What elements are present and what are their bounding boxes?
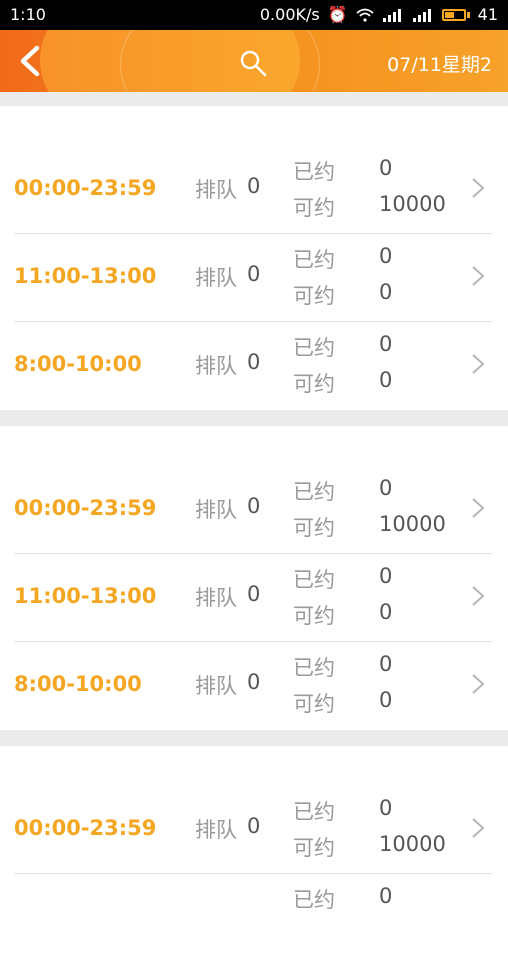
queue-count: 0 [247,174,261,198]
section-gap [0,730,508,746]
section-header [0,426,508,466]
queue-count: 0 [247,670,261,694]
available-count: 10000 [379,512,446,536]
time-slot-row[interactable]: 11:00-13:00 排队 0 已约 0 可约 0 [0,234,508,322]
search-icon[interactable] [238,48,268,78]
top-header: 07/11星期2 [0,30,508,92]
available-label: 可约 [293,516,335,540]
booked-label: 已约 [293,160,335,184]
booked-label: 已约 [293,336,335,360]
booked-label: 已约 [293,248,335,272]
chevron-right-icon [472,354,485,374]
available-count: 10000 [379,192,446,216]
section-gap [0,410,508,426]
queue-count: 0 [247,350,261,374]
available-label: 可约 [293,284,335,308]
available-label: 可约 [293,196,335,220]
chevron-right-icon [472,818,485,838]
available-count: 10000 [379,832,446,856]
available-label: 可约 [293,604,335,628]
queue-count: 0 [247,262,261,286]
section-header [0,746,508,786]
slot-time: 8:00-10:00 [14,352,142,376]
slot-time: 00:00-23:59 [14,816,157,840]
status-right: 0.00K/s ⏰ 41 [260,5,498,24]
time-slot-row-partial[interactable]: 已约 0 [0,874,508,962]
chevron-right-icon [472,586,485,606]
queue-label: 排队 [195,178,237,202]
queue-label: 排队 [195,818,237,842]
booked-count: 0 [379,652,393,676]
time-slot-row[interactable]: 8:00-10:00 排队 0 已约 0 可约 0 [0,322,508,410]
slot-time: 11:00-13:00 [14,264,157,288]
queue-label: 排队 [195,674,237,698]
slot-time: 00:00-23:59 [14,176,157,200]
booked-count: 0 [379,476,393,500]
booked-label: 已约 [293,480,335,504]
slot-time: 8:00-10:00 [14,672,142,696]
booked-count: 0 [379,564,393,588]
status-time: 1:10 [10,5,46,24]
available-count: 0 [379,600,393,624]
available-count: 0 [379,280,393,304]
queue-label: 排队 [195,586,237,610]
queue-label: 排队 [195,354,237,378]
booked-label: 已约 [293,656,335,680]
time-slot-row[interactable]: 11:00-13:00 排队 0 已约 0 可约 0 [0,554,508,642]
section-header [0,106,508,146]
wifi-icon [356,8,374,22]
queue-count: 0 [247,814,261,838]
schedule-list: 00:00-23:59 排队 0 已约 0 可约 10000 11:00-13:… [0,92,508,962]
booked-count: 0 [379,156,393,180]
booked-count: 0 [379,244,393,268]
section-gap [0,92,508,106]
back-arrow-icon[interactable] [14,44,48,78]
time-slot-row[interactable]: 8:00-10:00 排队 0 已约 0 可约 0 [0,642,508,730]
chevron-right-icon [472,266,485,286]
queue-count: 0 [247,494,261,518]
booked-count: 0 [379,796,393,820]
network-speed: 0.00K/s [259,5,320,24]
signal-icon-2 [412,8,431,22]
header-date[interactable]: 07/11星期2 [387,50,492,77]
time-slot-row[interactable]: 00:00-23:59 排队 0 已约 0 可约 10000 [0,466,508,554]
header-decoration-line [120,30,320,92]
available-label: 可约 [293,372,335,396]
booked-count: 0 [379,884,393,908]
battery-level: 41 [477,5,498,24]
available-count: 0 [379,688,393,712]
booked-count: 0 [379,332,393,356]
chevron-right-icon [472,674,485,694]
battery-icon [441,8,470,21]
slot-time: 11:00-13:00 [14,584,157,608]
queue-label: 排队 [195,266,237,290]
signal-icon [382,8,401,22]
alarm-icon: ⏰ [327,5,348,24]
time-slot-row[interactable]: 00:00-23:59 排队 0 已约 0 可约 10000 [0,786,508,874]
available-label: 可约 [293,836,335,860]
available-label: 可约 [293,692,335,716]
queue-count: 0 [247,582,261,606]
chevron-right-icon [472,178,485,198]
chevron-right-icon [472,498,485,518]
status-bar: 1:10 0.00K/s ⏰ 41 [0,0,508,30]
booked-label: 已约 [293,888,335,912]
available-count: 0 [379,368,393,392]
booked-label: 已约 [293,800,335,824]
queue-label: 排队 [195,498,237,522]
slot-time: 00:00-23:59 [14,496,157,520]
booked-label: 已约 [293,568,335,592]
time-slot-row[interactable]: 00:00-23:59 排队 0 已约 0 可约 10000 [0,146,508,234]
